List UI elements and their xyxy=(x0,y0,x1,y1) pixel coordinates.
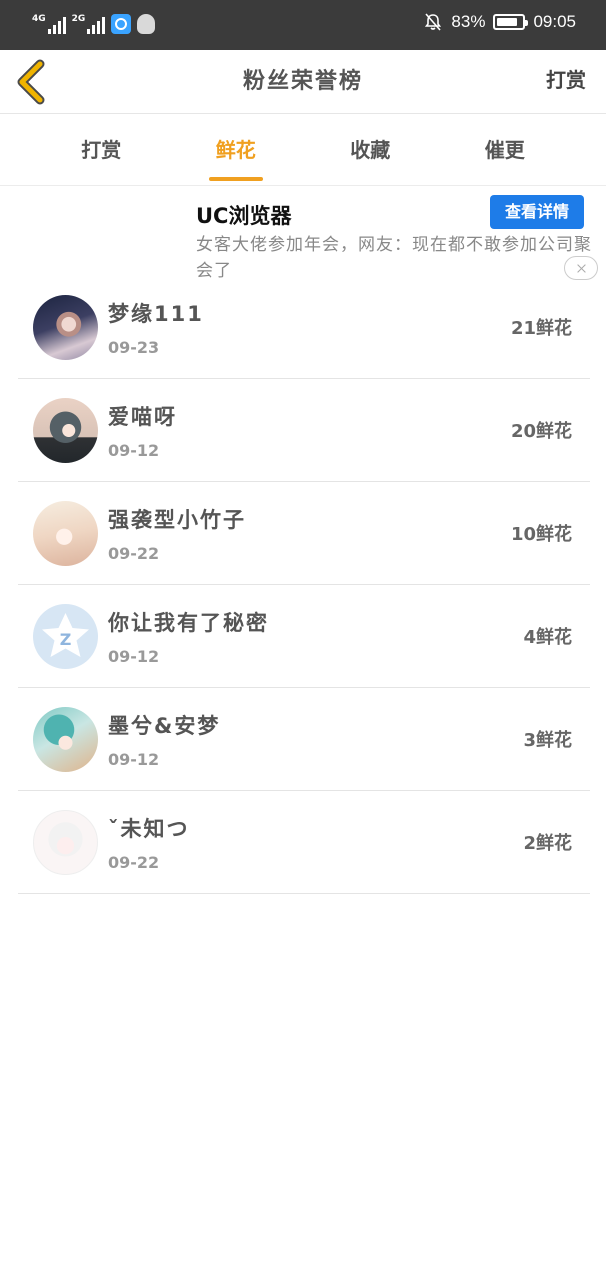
flower-count: 2鲜花 xyxy=(523,833,572,854)
list-item[interactable]: Z 你让我有了秘密 09-12 4鲜花 xyxy=(18,585,590,688)
network-type-label: 4G xyxy=(32,14,46,24)
ad-title: UC浏览器 xyxy=(196,204,292,228)
fan-date: 09-22 xyxy=(108,544,160,563)
clock: 09:05 xyxy=(533,12,576,31)
ad-banner[interactable]: UC浏览器 查看详情 女客大佬参加年会，网友：现在都不敢参加公司聚会了 xyxy=(0,190,606,285)
tab-bar: 打赏 鲜花 收藏 催更 xyxy=(0,115,606,186)
mute-icon xyxy=(425,13,442,31)
avatar xyxy=(33,398,98,463)
browser-notification-icon xyxy=(111,14,132,34)
network-2g: 2G xyxy=(72,14,106,34)
fan-name: 你让我有了秘密 xyxy=(108,611,269,635)
list-item[interactable]: 爱喵呀 09-12 20鲜花 xyxy=(18,379,590,482)
list-item[interactable]: 梦缘111 09-23 21鲜花 xyxy=(18,276,590,379)
list-item[interactable]: 强袭型小竹子 09-22 10鲜花 xyxy=(18,482,590,585)
flower-count: 4鲜花 xyxy=(523,627,572,648)
fan-name: 爱喵呀 xyxy=(108,405,177,429)
fan-date: 09-12 xyxy=(108,750,160,769)
app-header: 粉丝荣誉榜 打赏 xyxy=(0,50,606,114)
status-bar: 4G 2G 83% 09:05 xyxy=(0,0,606,50)
fan-name: 墨兮&安梦 xyxy=(108,714,221,738)
fan-date: 09-23 xyxy=(108,338,160,357)
list-item[interactable]: 墨兮&安梦 09-12 3鲜花 xyxy=(18,688,590,791)
tab-urge-update[interactable]: 催更 xyxy=(460,115,550,185)
avatar xyxy=(33,501,98,566)
flower-count: 20鲜花 xyxy=(510,421,572,442)
svg-text:Z: Z xyxy=(60,630,72,649)
avatar: Z xyxy=(33,604,98,669)
ad-details-button[interactable]: 查看详情 xyxy=(490,195,584,229)
qq-icon xyxy=(137,14,156,34)
flower-count: 10鲜花 xyxy=(510,524,572,545)
page-title: 粉丝荣誉榜 xyxy=(242,69,363,94)
status-right: 83% 09:05 xyxy=(423,12,576,32)
fan-name: 梦缘111 xyxy=(108,302,204,326)
fan-date: 09-12 xyxy=(108,441,160,460)
avatar xyxy=(33,295,98,360)
reward-button[interactable]: 打赏 xyxy=(546,50,586,110)
fan-name: ˇ未知つ xyxy=(108,817,190,841)
fan-list: 梦缘111 09-23 21鲜花 爱喵呀 09-12 20鲜花 强袭型小竹子 0… xyxy=(18,276,590,894)
battery-percentage: 83% xyxy=(451,12,486,31)
avatar xyxy=(33,810,98,875)
signal-icon xyxy=(87,14,106,34)
status-left: 4G 2G xyxy=(32,14,156,34)
tab-flowers[interactable]: 鲜花 xyxy=(191,115,281,185)
tab-favorites[interactable]: 收藏 xyxy=(325,115,415,185)
network-4g: 4G xyxy=(32,14,66,34)
fan-date: 09-12 xyxy=(108,647,160,666)
battery-icon xyxy=(493,14,529,30)
fan-date: 09-22 xyxy=(108,853,160,872)
flower-count: 3鲜花 xyxy=(523,730,572,751)
flower-count: 21鲜花 xyxy=(510,318,572,339)
tab-reward[interactable]: 打赏 xyxy=(56,115,146,185)
avatar xyxy=(33,707,98,772)
list-item[interactable]: ˇ未知つ 09-22 2鲜花 xyxy=(18,791,590,894)
default-avatar-icon: Z xyxy=(42,613,89,657)
fan-name: 强袭型小竹子 xyxy=(108,508,246,532)
network-type-label: 2G xyxy=(71,14,86,24)
signal-icon xyxy=(47,14,66,34)
